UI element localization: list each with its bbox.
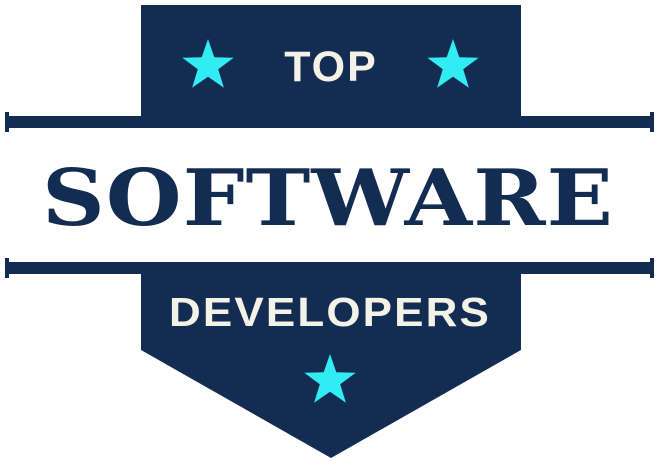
lower-rule-cap-left [5, 258, 9, 278]
lower-rule-cap-right [650, 258, 654, 278]
lower-rule [5, 262, 654, 274]
upper-rule [5, 116, 654, 128]
upper-rule-cap-left [5, 112, 9, 132]
badge-bottom-text: DEVELOPERS [169, 289, 491, 335]
top-software-developers-badge: TOP SOFTWARE DEVELOPERS [0, 5, 659, 458]
upper-rule-cap-right [650, 112, 654, 132]
badge-main-text: SOFTWARE [42, 153, 614, 244]
badge-top-text: TOP [284, 43, 378, 91]
